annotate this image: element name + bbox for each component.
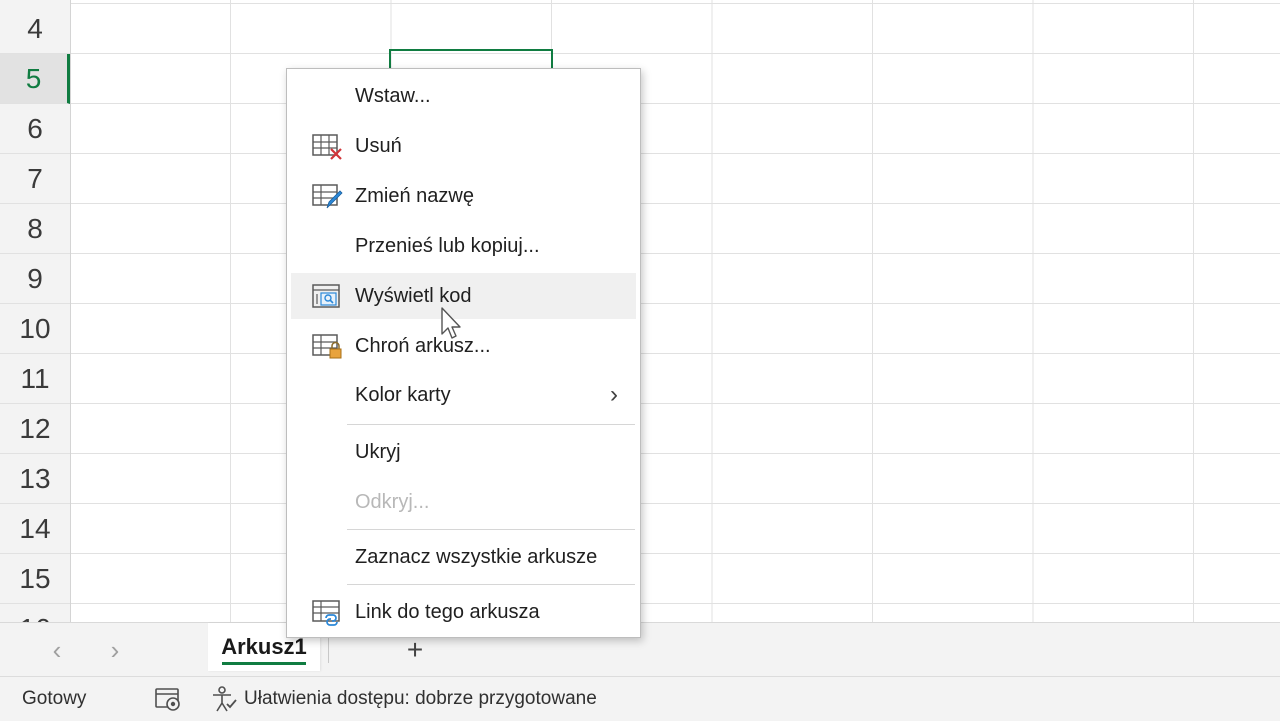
delete-sheet-icon — [312, 134, 342, 160]
sheet-context-menu: Wstaw... Usuń Zmień nazwę Przenieś lub k… — [286, 68, 641, 638]
previous-sheet-button[interactable]: ‹ — [42, 635, 72, 665]
menu-separator — [347, 584, 635, 585]
status-bar: Gotowy Ułatwienia dostępu: dobrze przygo… — [0, 676, 1280, 721]
view-code-icon — [312, 284, 340, 308]
tab-divider — [328, 637, 329, 663]
rename-sheet-icon — [312, 184, 343, 209]
menu-item-label: Zmień nazwę — [355, 184, 474, 207]
row-header-16[interactable]: 16 — [0, 604, 70, 623]
menu-item-insert[interactable]: Wstaw... — [291, 73, 636, 119]
menu-item-label: Kolor karty — [355, 383, 451, 406]
menu-item-move-copy[interactable]: Przenieś lub kopiuj... — [291, 223, 636, 269]
row-header-11[interactable]: 11 — [0, 354, 70, 404]
mouse-pointer-icon — [441, 307, 461, 339]
row-header-10[interactable]: 10 — [0, 304, 70, 354]
row-header-15[interactable]: 15 — [0, 554, 70, 604]
row-header-4[interactable]: 4 — [0, 4, 70, 54]
menu-item-select-all-sheets[interactable]: Zaznacz wszystkie arkusze — [291, 534, 636, 580]
protect-sheet-icon — [312, 334, 342, 359]
macro-recording-icon[interactable] — [154, 686, 182, 712]
cell-grid[interactable] — [71, 0, 1280, 622]
status-ready-text: Gotowy — [22, 688, 87, 709]
accessibility-status-text[interactable]: Ułatwienia dostępu: dobrze przygotowane — [244, 688, 597, 710]
menu-item-label: Chroń arkusz... — [355, 334, 491, 357]
row-header-7[interactable]: 7 — [0, 154, 70, 204]
row-header-5[interactable]: 5 — [0, 54, 70, 104]
row-headers: 4 5 6 7 8 9 10 11 12 13 14 15 16 — [0, 0, 71, 622]
menu-item-delete[interactable]: Usuń — [291, 123, 636, 169]
row-header-8[interactable]: 8 — [0, 204, 70, 254]
link-sheet-icon — [312, 600, 340, 626]
menu-item-rename[interactable]: Zmień nazwę — [291, 173, 636, 219]
next-sheet-button[interactable]: › — [100, 635, 130, 665]
menu-item-label: Usuń — [355, 134, 402, 157]
active-tab-indicator — [222, 662, 306, 665]
menu-item-label: Ukryj — [355, 440, 401, 463]
menu-item-label: Odkryj... — [355, 490, 430, 513]
row-header-12[interactable]: 12 — [0, 404, 70, 454]
menu-separator — [347, 529, 635, 530]
menu-item-label: Wyświetl kod — [355, 284, 472, 307]
chevron-right-icon: › — [610, 381, 618, 408]
menu-item-tab-color[interactable]: Kolor karty › — [291, 372, 636, 418]
menu-item-link-to-sheet[interactable]: Link do tego arkusza — [291, 589, 636, 635]
menu-item-label: Wstaw... — [355, 84, 431, 107]
row-header-13[interactable]: 13 — [0, 454, 70, 504]
menu-separator — [347, 424, 635, 425]
menu-item-label: Link do tego arkusza — [355, 600, 540, 623]
row-header-14[interactable]: 14 — [0, 504, 70, 554]
menu-item-label: Zaznacz wszystkie arkusze — [355, 545, 598, 568]
row-header-6[interactable]: 6 — [0, 104, 70, 154]
menu-item-hide[interactable]: Ukryj — [291, 429, 636, 475]
menu-item-unhide: Odkryj... — [291, 479, 636, 525]
menu-item-label: Przenieś lub kopiuj... — [355, 234, 540, 257]
accessibility-icon[interactable] — [210, 685, 238, 713]
add-sheet-button[interactable]: + — [400, 634, 430, 665]
row-header-9[interactable]: 9 — [0, 254, 70, 304]
